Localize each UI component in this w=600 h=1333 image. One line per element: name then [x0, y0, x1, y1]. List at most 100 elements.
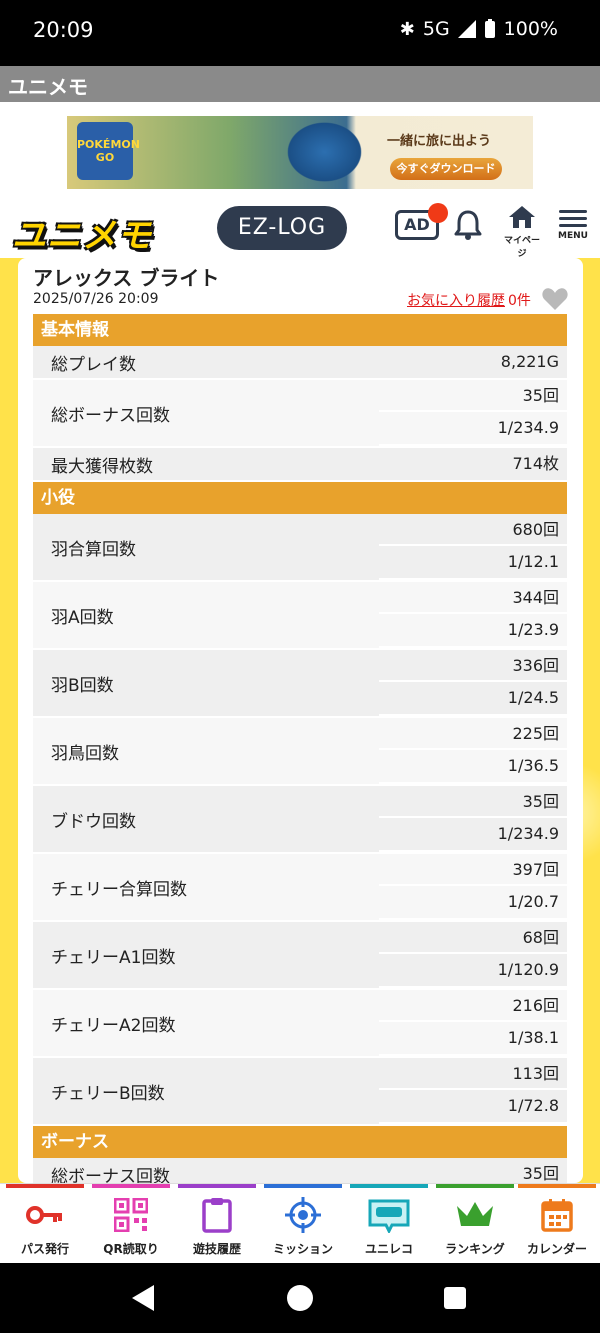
back-icon[interactable]: [132, 1285, 154, 1311]
favorite-history-link[interactable]: お気に入り履歴: [407, 290, 505, 310]
ad-notice-button[interactable]: AD: [395, 203, 448, 240]
nav-history[interactable]: 遊技履歴: [174, 1184, 260, 1264]
app-title-bar: ユニメモ: [0, 66, 600, 102]
row-probability-value: 1/234.9: [379, 818, 567, 850]
koyaku-rows: 羽合算回数 680回 1/12.1 羽A回数 344回 1/23.9 羽B回数 336回 1/2…: [33, 514, 567, 1126]
notification-dot: [428, 203, 448, 223]
nav-qr-bar: [92, 1184, 170, 1188]
table-row: 総ボーナス回数 35回 1/234.9: [33, 380, 567, 448]
recents-icon[interactable]: [444, 1287, 466, 1309]
nav-pass-label: パス発行: [20, 1242, 69, 1256]
row-probability-value: 1/20.7: [379, 886, 567, 918]
key-icon: [26, 1206, 62, 1224]
row-count-value: 68回: [379, 922, 567, 954]
nav-calendar[interactable]: カレンダー: [514, 1184, 600, 1264]
row-values: 225回 1/36.5: [379, 718, 567, 784]
section-header-bonus: ボーナス: [33, 1126, 567, 1158]
nav-ranking-bar: [436, 1184, 514, 1188]
status-indicators: ✱ 5G 100%: [400, 18, 558, 40]
menu-button[interactable]: MENU: [553, 206, 593, 241]
table-row: チェリーA1回数 68回 1/120.9: [33, 922, 567, 990]
home-circle-icon[interactable]: [287, 1285, 313, 1311]
nav-pass-bar: [6, 1184, 84, 1188]
section-header-koyaku: 小役: [33, 482, 567, 514]
nav-mission[interactable]: ミッション: [260, 1184, 346, 1264]
system-navigation-bar: [0, 1263, 600, 1333]
home-icon: [509, 206, 535, 228]
nav-qr-label: QR読取り: [103, 1242, 159, 1256]
row-values: 35回 1/234.9: [379, 380, 567, 446]
ad-logo: POKÉMON GO: [77, 122, 140, 180]
row-probability-value: 1/120.9: [379, 954, 567, 986]
battery-icon: [484, 19, 495, 38]
row-label: 羽B回数: [33, 650, 379, 716]
bluetooth-icon: ✱: [399, 18, 415, 40]
nav-calendar-bar: [518, 1184, 596, 1188]
row-probability-value: 1/72.8: [379, 1090, 567, 1122]
row-label: ブドウ回数: [33, 786, 379, 852]
nav-calendar-label: カレンダー: [526, 1242, 587, 1256]
row-label: 羽鳥回数: [33, 718, 379, 784]
ezlog-button[interactable]: EZ-LOG: [217, 206, 347, 250]
nav-ranking-label: ランキング: [445, 1242, 505, 1256]
bell-icon[interactable]: [451, 208, 485, 242]
row-label: 羽A回数: [33, 582, 379, 648]
brand-logo[interactable]: ユニメモ: [12, 208, 152, 257]
nav-pass[interactable]: パス発行: [2, 1184, 88, 1264]
row-count-value: 35回: [379, 380, 567, 412]
row-values: 397回 1/20.7: [379, 854, 567, 920]
table-row: 羽B回数 336回 1/24.5: [33, 650, 567, 718]
table-row: チェリーB回数 113回 1/72.8: [33, 1058, 567, 1126]
row-probability-value: 1/36.5: [379, 750, 567, 782]
row-probability-value: 1/24.5: [379, 682, 567, 714]
nav-history-bar: [178, 1184, 256, 1188]
row-count-value: 113回: [379, 1058, 567, 1090]
ad-download-button[interactable]: 今すぐダウンロード: [390, 158, 502, 180]
ad-banner[interactable]: POKÉMON GO 一緒に旅に出よう 今すぐダウンロード: [67, 116, 533, 189]
row-probability-value: 1/12.1: [379, 546, 567, 578]
mypage-button[interactable]: マイページ: [500, 206, 544, 259]
crown-icon: [457, 1202, 493, 1226]
network-label: 5G: [422, 18, 450, 40]
bottom-navigation: パス発行 QR読取り 遊技履歴 ミッション ユニレコ ランキング カレンダー: [0, 1183, 600, 1263]
row-label: 最大獲得枚数: [33, 448, 379, 480]
row-values: 68回 1/120.9: [379, 922, 567, 988]
row-probability-value: 1/23.9: [379, 614, 567, 646]
row-values: 714枚: [379, 448, 567, 480]
table-row: 羽鳥回数 225回 1/36.5: [33, 718, 567, 786]
app-title: ユニメモ: [8, 75, 88, 99]
row-count-value: 8,221G: [379, 346, 567, 378]
crosshair-icon: [285, 1197, 321, 1233]
row-count-value: 35回: [379, 786, 567, 818]
heart-icon[interactable]: [542, 287, 568, 311]
table-row: 総プレイ数 8,221G: [33, 346, 567, 380]
status-time: 20:09: [33, 18, 94, 42]
nav-unireco[interactable]: ユニレコ: [346, 1184, 432, 1264]
site-header: ユニメモ EZ-LOG AD マイページ MENU: [0, 200, 600, 259]
favorite-history: お気に入り履歴 0件: [407, 290, 531, 310]
calendar-icon: [541, 1199, 573, 1232]
row-values: 8,221G: [379, 346, 567, 378]
row-values: 680回 1/12.1: [379, 514, 567, 580]
ad-badge-label: AD: [404, 215, 430, 234]
clipboard-icon: [202, 1198, 232, 1233]
table-row: 最大獲得枚数 714枚: [33, 448, 567, 482]
row-count-value: 344回: [379, 582, 567, 614]
row-count-value: 225回: [379, 718, 567, 750]
hamburger-icon: [553, 210, 593, 227]
nav-qr[interactable]: QR読取り: [88, 1184, 174, 1264]
record-datetime: 2025/07/26 20:09: [33, 291, 159, 307]
nav-unireco-label: ユニレコ: [364, 1242, 413, 1256]
nav-history-label: 遊技履歴: [192, 1242, 241, 1256]
signal-icon: [457, 20, 476, 38]
table-row: チェリー合算回数 397回 1/20.7: [33, 854, 567, 922]
ad-headline: 一緒に旅に出よう: [387, 134, 492, 149]
row-count-value: 336回: [379, 650, 567, 682]
nav-mission-label: ミッション: [272, 1242, 333, 1256]
row-count-value: 714枚: [379, 448, 567, 480]
nav-mission-bar: [264, 1184, 342, 1188]
mypage-label: マイページ: [503, 236, 540, 259]
nav-ranking[interactable]: ランキング: [432, 1184, 518, 1264]
table-row: ブドウ回数 35回 1/234.9: [33, 786, 567, 854]
row-label: 羽合算回数: [33, 514, 379, 580]
